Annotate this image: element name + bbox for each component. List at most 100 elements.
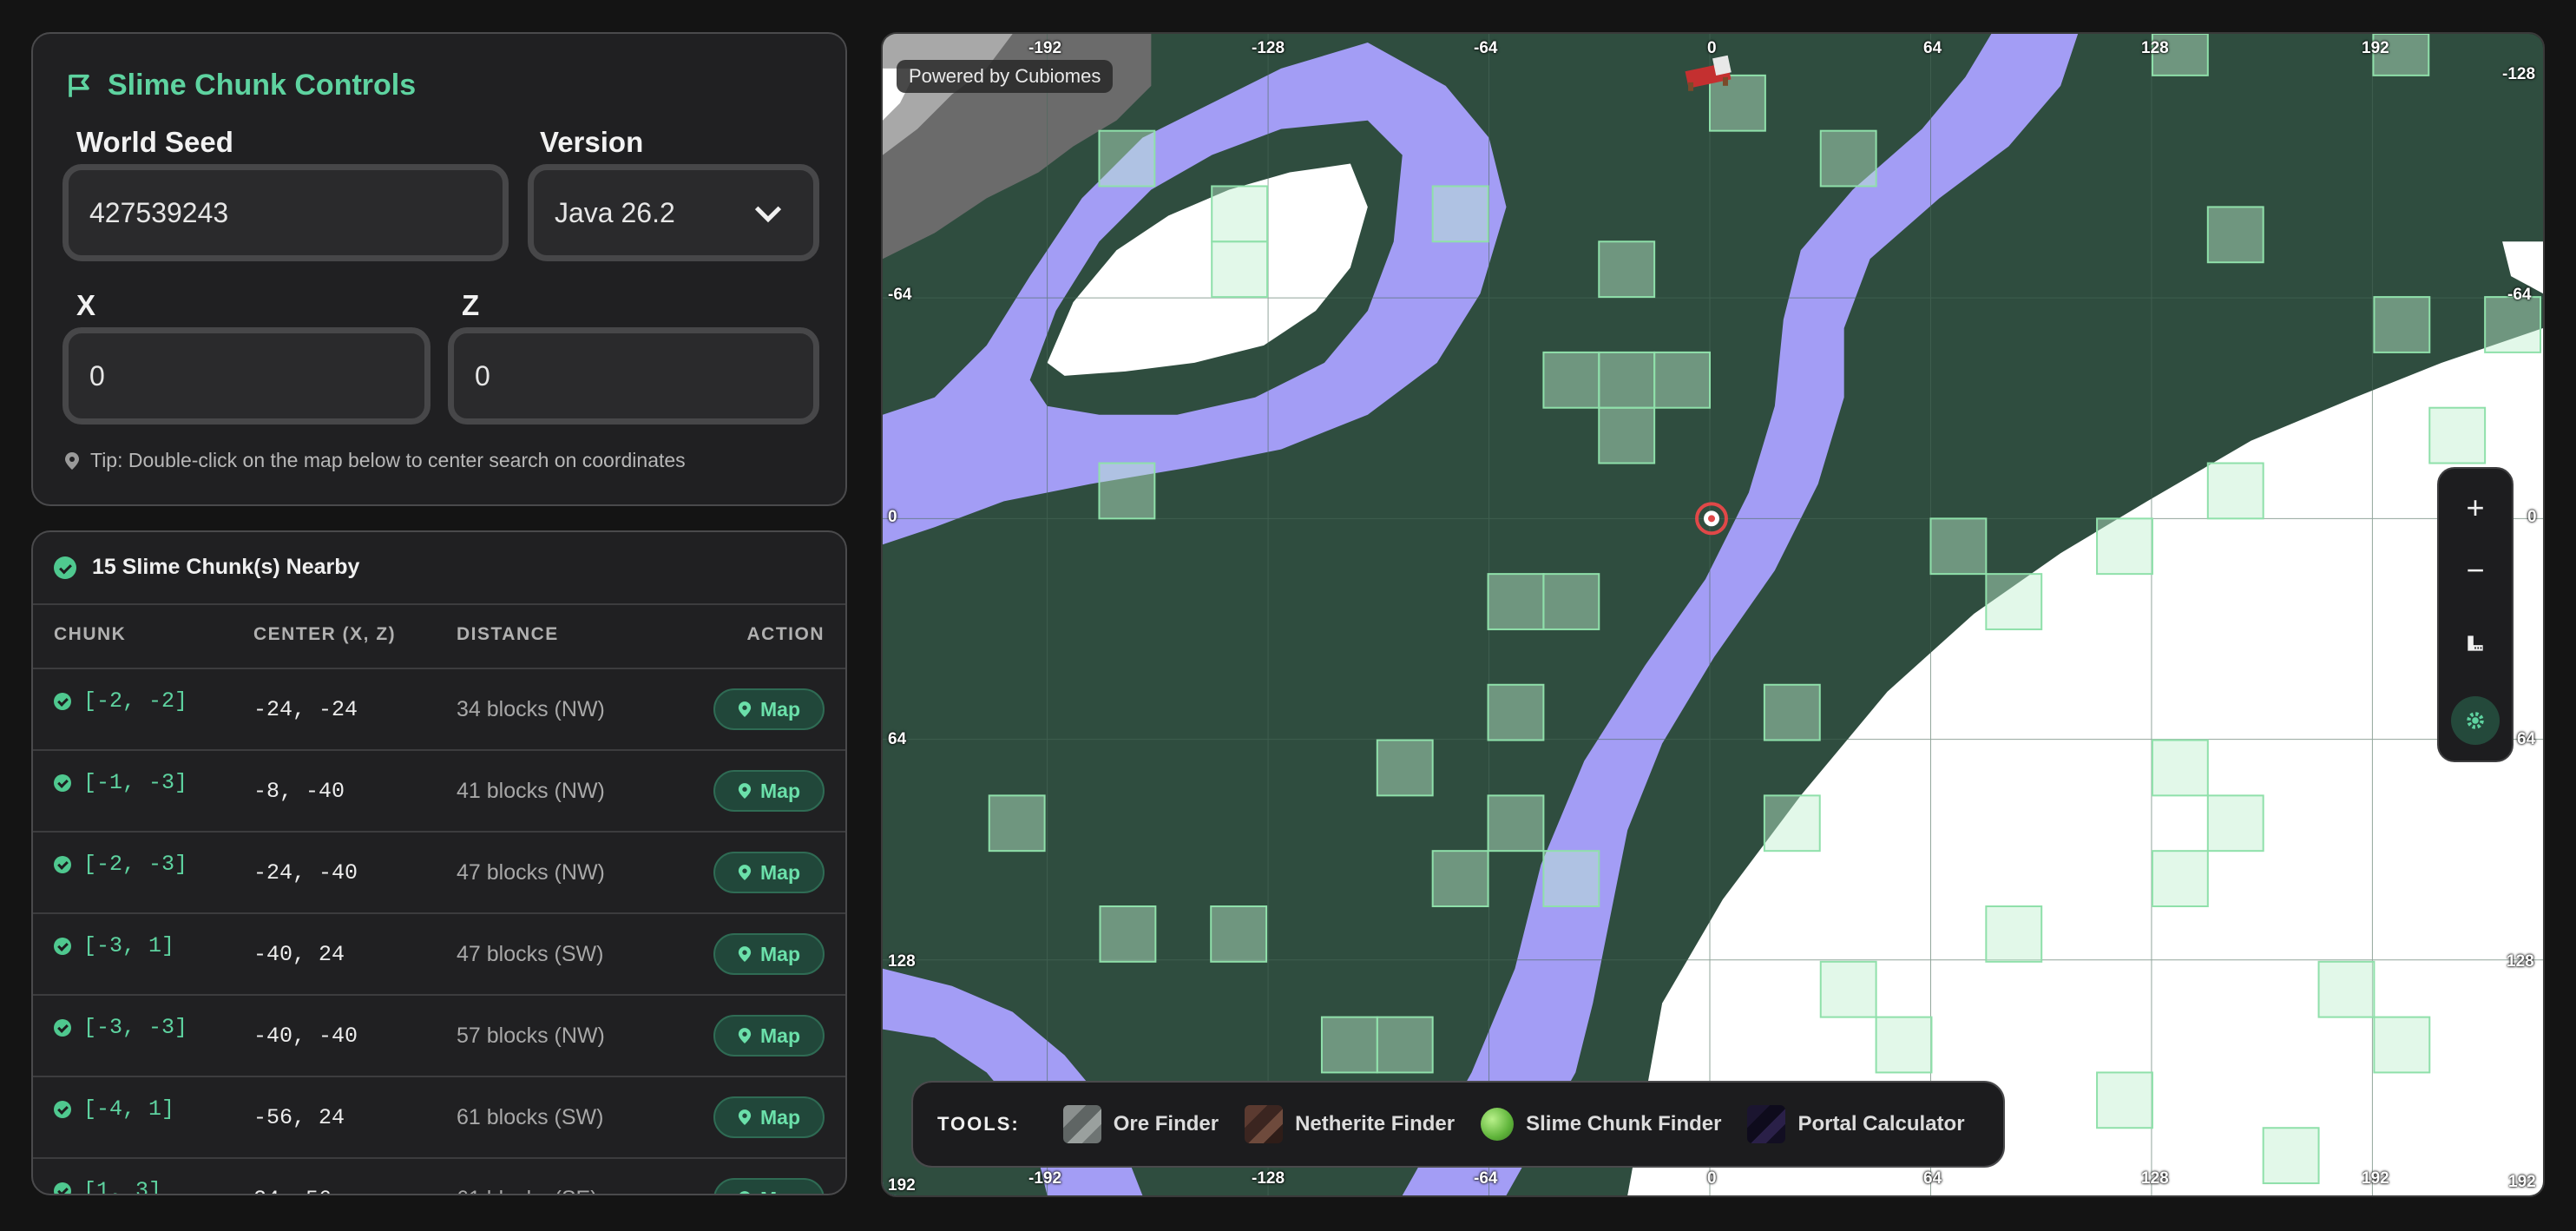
center-cell: -40, 24 (253, 942, 345, 967)
map-button[interactable]: Map (713, 933, 825, 975)
distance-cell: 61 blocks (SE) (457, 1187, 598, 1194)
column-header-distance: DISTANCE (457, 624, 559, 644)
distance-cell: 57 blocks (NW) (457, 1024, 605, 1048)
slime-chunk[interactable] (1598, 406, 1656, 464)
slime-chunk[interactable] (1487, 683, 1545, 741)
coord-label: 0 (1707, 1169, 1717, 1188)
slime-chunk[interactable] (1431, 850, 1489, 907)
slime-chunk[interactable] (1542, 573, 1600, 630)
map-button[interactable]: Map (713, 770, 825, 812)
x-input[interactable]: 0 (62, 327, 430, 425)
tip: Tip: Double-click on the map below to ce… (64, 449, 686, 472)
coord-label: -64 (2507, 286, 2532, 304)
zoom-in-button[interactable]: + (2439, 477, 2512, 538)
measure-button[interactable] (2439, 613, 2512, 674)
tool-label: Portal Calculator (1797, 1112, 1965, 1136)
slime-chunk[interactable] (2206, 794, 2264, 852)
slime-chunk[interactable] (2096, 1071, 2153, 1129)
map-button[interactable]: Map (713, 1178, 825, 1195)
seed-label: World Seed (76, 126, 233, 158)
slime-chunk[interactable] (2373, 1016, 2431, 1074)
settings-button[interactable] (2451, 696, 2500, 745)
slime-chunk-results-panel: 15 Slime Chunk(s) Nearby CHUNK CENTER (X… (31, 530, 847, 1195)
table-row: [-2, -3] -24, -40 47 blocks (NW) Map (33, 831, 845, 912)
tool-portal-calculator[interactable]: Portal Calculator (1747, 1105, 1965, 1143)
slime-chunk[interactable] (1985, 905, 2043, 963)
slime-chunk[interactable] (2206, 462, 2264, 520)
slime-chunk[interactable] (1542, 351, 1600, 409)
center-cell: -24, -24 (253, 697, 358, 722)
tool-ore-finder[interactable]: Ore Finder (1062, 1105, 1219, 1143)
slime-chunk[interactable] (1653, 351, 1712, 409)
slime-chunk[interactable] (1487, 573, 1545, 630)
slime-chunk[interactable] (1210, 905, 1268, 963)
x-value: 0 (89, 359, 105, 392)
distance-cell: 41 blocks (NW) (457, 779, 605, 803)
slime-chunk[interactable] (1099, 905, 1157, 963)
slime-chunk[interactable] (1542, 850, 1600, 907)
slime-chunk[interactable] (2096, 517, 2153, 576)
map-button-label: Map (760, 1188, 800, 1195)
zoom-out-button[interactable]: − (2439, 540, 2512, 601)
map-button-label: Map (760, 860, 800, 884)
chevron-down-icon (754, 206, 782, 223)
slime-chunk[interactable] (1098, 462, 1156, 520)
seed-input[interactable]: 427539243 (62, 164, 509, 261)
tool-slime-chunk-finder[interactable]: Slime Chunk Finder (1481, 1108, 1721, 1141)
coord-label: 128 (2141, 39, 2169, 57)
slime-chunk[interactable] (1598, 351, 1656, 409)
check-circle-icon (54, 1018, 71, 1037)
chunk-coords: [-4, 1] (83, 1096, 175, 1122)
slime-chunk[interactable] (2428, 406, 2487, 464)
slime-chunk[interactable] (1598, 240, 1656, 299)
slime-chunk[interactable] (2484, 296, 2542, 353)
slime-chunk[interactable] (1875, 1016, 1933, 1074)
map-button-label: Map (760, 697, 800, 721)
slime-chunk[interactable] (2317, 960, 2376, 1018)
slime-chunk[interactable] (1763, 794, 1821, 852)
tool-label: Ore Finder (1113, 1112, 1219, 1136)
map-button[interactable]: Map (713, 688, 825, 730)
map-button[interactable]: Map (713, 1096, 825, 1138)
slime-chunk[interactable] (988, 794, 1046, 852)
slime-chunk[interactable] (1709, 74, 1766, 132)
slime-chunk[interactable] (1431, 185, 1489, 243)
slime-chunk[interactable] (1211, 240, 1269, 299)
slime-chunk-map[interactable]: Powered by Cubiomes -192 -128 -64 0 64 1… (881, 32, 2545, 1197)
map-controls: + − (2437, 467, 2514, 762)
slime-chunk[interactable] (2373, 296, 2431, 353)
coord-label: -128 (1252, 39, 1285, 57)
slime-chunk[interactable] (1487, 794, 1545, 852)
results-heading: 15 Slime Chunk(s) Nearby (54, 555, 359, 580)
slime-chunk[interactable] (1376, 1016, 1434, 1074)
biome-map[interactable] (883, 34, 2543, 1195)
map-button[interactable]: Map (713, 852, 825, 893)
chunk-coords: [-2, -3] (83, 852, 188, 877)
table-row: [-2, -2] -24, -24 34 blocks (NW) Map (33, 668, 845, 749)
coord-label: 64 (1923, 39, 1942, 57)
z-input[interactable]: 0 (448, 327, 819, 425)
slime-chunk[interactable] (2151, 850, 2209, 907)
slime-chunk[interactable] (2262, 1127, 2320, 1185)
slime-chunk[interactable] (1098, 129, 1156, 188)
slime-chunk[interactable] (1376, 739, 1434, 797)
version-select[interactable]: Java 26.2 (528, 164, 819, 261)
slime-chunk[interactable] (2206, 206, 2264, 264)
map-button[interactable]: Map (713, 1015, 825, 1057)
distance-cell: 34 blocks (NW) (457, 697, 605, 721)
slime-ball-icon (1481, 1108, 1515, 1141)
slime-chunk[interactable] (1320, 1016, 1378, 1074)
coord-label: 0 (888, 508, 897, 526)
slime-chunk[interactable] (1211, 185, 1269, 243)
coord-label: 64 (2517, 730, 2536, 748)
coord-label: 64 (1923, 1169, 1942, 1188)
slime-chunk[interactable] (2151, 739, 2209, 797)
slime-chunk[interactable] (1763, 683, 1821, 741)
tool-netherite-finder[interactable]: Netherite Finder (1245, 1105, 1455, 1143)
check-circle-icon (54, 773, 71, 792)
slime-chunk[interactable] (1819, 960, 1877, 1018)
slime-chunk[interactable] (1819, 129, 1877, 188)
slime-chunk[interactable] (1929, 517, 1988, 576)
map-button-label: Map (760, 779, 800, 802)
slime-chunk[interactable] (1985, 573, 2043, 630)
